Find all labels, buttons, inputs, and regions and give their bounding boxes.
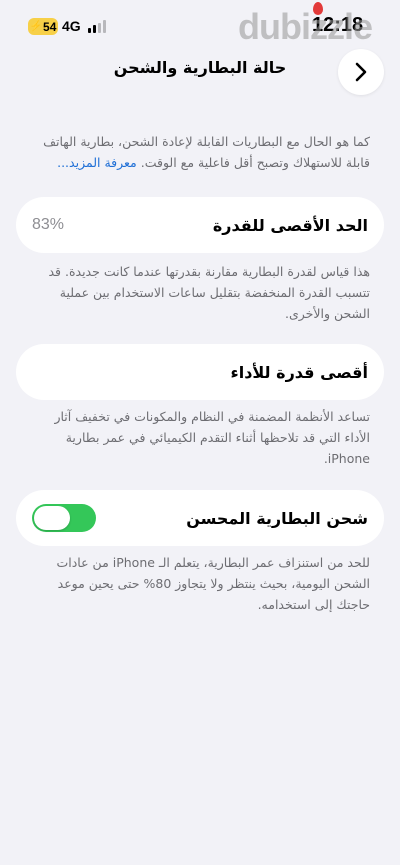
charging-bolt-icon: ⚡ [29,21,43,32]
battery-level: 54 [43,19,57,34]
optimized-charging-row: شحن البطارية المحسن [16,490,384,546]
peak-performance-description: تساعد الأنظمة المضمنة في النظام والمكونا… [54,409,370,466]
optimized-charging-description: للحد من استنزاف عمر البطارية، يتعلم الـ … [56,555,371,612]
max-capacity-description: هذا قياس لقدرة البطارية مقارنة بقدرتها ع… [48,264,370,321]
peak-performance-row: أقصى قدرة للأداء [16,344,384,400]
back-button[interactable] [338,49,384,95]
dubizzle-watermark-logo: dubizzle [238,2,373,48]
toggle-knob [34,506,70,530]
max-capacity-value: 83% [32,216,65,233]
max-capacity-label: الحد الأقصى للقدرة [212,215,368,235]
learn-more-link[interactable]: معرفة المزيد... [57,155,137,170]
intro-description: كما هو الحال مع البطاريات القابلة لإعادة… [30,131,370,173]
max-capacity-row: الحد الأقصى للقدرة 83% [16,197,384,253]
status-bar: ⚡ 54 4G 12:18 dubizzle [0,0,400,52]
optimized-charging-label: شحن البطارية المحسن [186,508,368,528]
chevron-right-icon [355,62,367,82]
network-type: 4G [62,18,81,34]
optimized-charging-toggle[interactable] [32,504,96,532]
signal-strength-icon [88,20,108,33]
battery-indicator: ⚡ 54 [28,18,58,35]
peak-performance-label: أقصى قدرة للأداء [230,362,368,382]
